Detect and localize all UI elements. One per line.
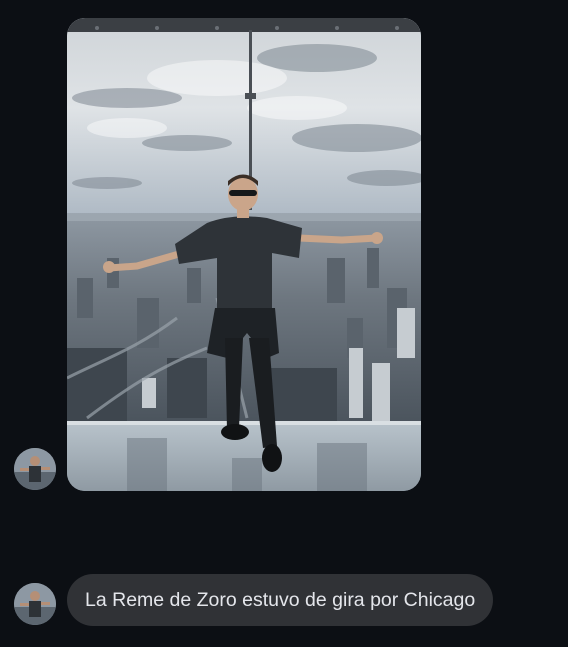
avatar-image (14, 583, 56, 625)
sender-avatar[interactable] (14, 583, 56, 625)
message-bubble[interactable]: La Reme de Zoro estuvo de gira por Chica… (67, 574, 494, 626)
chat-thread: La Reme de Zoro estuvo de gira por Chica… (0, 0, 568, 647)
photo-image (67, 18, 421, 491)
sender-avatar[interactable] (14, 448, 56, 490)
message-text: La Reme de Zoro estuvo de gira por Chica… (85, 588, 476, 611)
avatar-image (14, 448, 56, 490)
photo-message[interactable] (67, 18, 421, 491)
